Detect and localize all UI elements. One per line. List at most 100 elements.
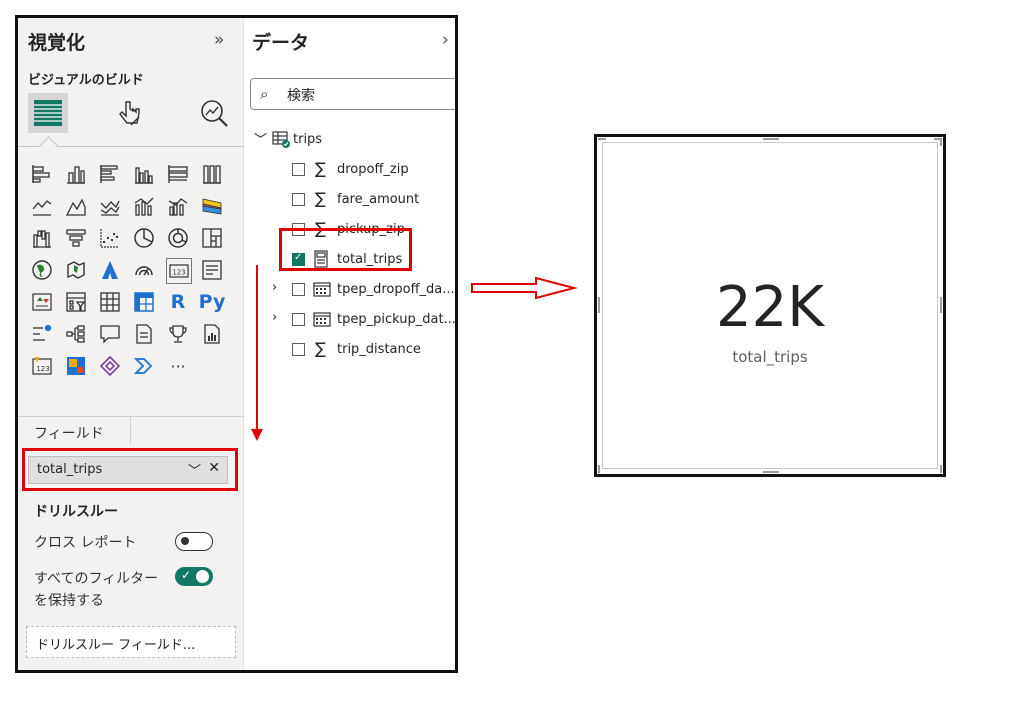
field-row-tpep-dropoff[interactable]: › tpep_dropoff_da... [244, 278, 455, 302]
trophy-metrics-icon[interactable] [166, 322, 190, 346]
card-label: total_trips [732, 348, 808, 366]
resize-handle-corner[interactable] [940, 465, 942, 473]
data-collapse-button[interactable]: › [442, 30, 449, 50]
stacked-bar-chart-icon[interactable] [30, 162, 54, 186]
card-visual[interactable]: 22K total_trips [594, 134, 946, 477]
funnel-icon[interactable] [64, 226, 88, 250]
remove-field-icon[interactable]: ✕ [208, 460, 220, 476]
field-checkbox[interactable] [292, 283, 305, 296]
field-name: trip_distance [337, 342, 421, 357]
fields-tab-divider [130, 416, 131, 444]
resize-handle-corner[interactable] [598, 138, 606, 140]
data-pane-title: データ [252, 32, 310, 54]
field-name: tpep_dropoff_da... [337, 282, 455, 297]
matrix-icon[interactable] [132, 290, 156, 314]
chevron-right-icon[interactable]: › [272, 310, 277, 325]
python-visual-icon[interactable]: Py [198, 290, 226, 314]
slicer-icon[interactable] [64, 290, 88, 314]
total-trips-highlight [279, 228, 412, 271]
red-down-arrow-icon [251, 265, 263, 441]
field-well-value: total_trips [37, 462, 103, 477]
100-stacked-bar-chart-icon[interactable] [166, 162, 190, 186]
keep-filters-label-line1: すべてのフィルター [34, 571, 159, 587]
power-apps-visual-icon[interactable] [98, 354, 122, 378]
field-row-fare-amount[interactable]: ∑ fare_amount [244, 188, 455, 212]
scatter-chart-icon[interactable] [98, 226, 122, 250]
waterfall-chart-icon[interactable] [30, 226, 54, 250]
field-name: dropoff_zip [337, 162, 409, 177]
fields-tab-label[interactable]: フィールド [34, 423, 104, 443]
more-visuals-icon[interactable]: ··· [166, 354, 190, 378]
ribbon-chart-icon[interactable] [200, 194, 224, 218]
power-bi-panes: 視覚化 » ビジュアルのビルド 123 R Py 123 ··· フィールド t… [15, 15, 458, 673]
viz-collapse-button[interactable]: » [214, 30, 224, 50]
clustered-column-chart-icon[interactable] [132, 162, 156, 186]
power-automate-icon[interactable] [132, 354, 156, 378]
gauge-icon[interactable] [132, 258, 156, 282]
search-input[interactable]: ⌕ 検索 [250, 78, 455, 110]
drillthrough-drop-zone[interactable]: ドリルスルー フィールド... [26, 626, 236, 658]
kpi-icon[interactable] [30, 290, 54, 314]
field-name: tpep_pickup_dat... [337, 312, 455, 327]
python-visual-label: Py [198, 291, 226, 313]
qa-visual-icon[interactable] [98, 322, 122, 346]
field-checkbox[interactable] [292, 163, 305, 176]
cross-report-toggle[interactable] [175, 532, 213, 551]
resize-handle-bottom[interactable] [763, 471, 779, 473]
chevron-down-icon[interactable]: ﹀ [188, 460, 201, 479]
stacked-column-chart-icon[interactable] [64, 162, 88, 186]
toggle-knob [196, 570, 209, 583]
clustered-bar-chart-icon[interactable] [98, 162, 122, 186]
line-and-clustered-column-chart-icon[interactable] [166, 194, 190, 218]
area-chart-icon[interactable] [64, 194, 88, 218]
analytics-tab-icon[interactable] [194, 93, 234, 133]
format-visual-tab-icon[interactable] [110, 93, 150, 133]
resize-handle-top[interactable] [763, 138, 779, 140]
pie-chart-icon[interactable] [132, 226, 156, 250]
donut-chart-icon[interactable] [166, 226, 190, 250]
multi-row-card-icon[interactable] [200, 258, 224, 282]
field-well[interactable]: total_trips ﹀ ✕ [28, 456, 228, 484]
azure-map-icon[interactable] [98, 258, 122, 282]
search-placeholder: 検索 [287, 88, 315, 104]
result-arrow-icon [471, 276, 578, 300]
treemap-icon[interactable] [200, 226, 224, 250]
arcgis-map-icon[interactable] [64, 354, 88, 378]
chevron-down-icon[interactable]: ﹀ [254, 129, 267, 148]
decomposition-tree-icon[interactable] [64, 322, 88, 346]
card-visual-icon[interactable]: 123 [166, 258, 192, 284]
build-visual-tab-icon[interactable] [28, 93, 68, 133]
line-and-stacked-column-chart-icon[interactable] [132, 194, 156, 218]
r-script-visual-icon[interactable]: R [166, 290, 190, 314]
key-influencers-icon[interactable] [30, 322, 54, 346]
stacked-area-chart-icon[interactable] [98, 194, 122, 218]
field-checkbox[interactable] [292, 343, 305, 356]
table-icon[interactable] [98, 290, 122, 314]
fields-divider [18, 416, 244, 417]
toggle-knob [181, 537, 189, 545]
calendar-icon [313, 311, 331, 331]
field-row-dropoff-zip[interactable]: ∑ dropoff_zip [244, 158, 455, 182]
100-stacked-column-chart-icon[interactable] [200, 162, 224, 186]
field-row-tpep-pickup[interactable]: › tpep_pickup_dat... [244, 308, 455, 332]
field-name: fare_amount [337, 192, 420, 207]
build-visual-label: ビジュアルのビルド [28, 73, 144, 88]
line-chart-icon[interactable] [30, 194, 54, 218]
chevron-right-icon[interactable]: › [272, 280, 277, 295]
field-checkbox[interactable] [292, 193, 305, 206]
filled-map-icon[interactable] [64, 258, 88, 282]
smart-narrative-icon[interactable] [132, 322, 156, 346]
field-row-trip-distance[interactable]: ∑ trip_distance [244, 338, 455, 362]
field-checkbox[interactable] [292, 313, 305, 326]
resize-handle-corner[interactable] [598, 465, 600, 473]
resize-handle-corner[interactable] [940, 138, 942, 146]
table-row[interactable]: ﹀ trips [244, 128, 455, 152]
check-icon: ✓ [181, 568, 192, 582]
r-visual-label: R [170, 291, 186, 313]
keep-filters-toggle[interactable]: ✓ [175, 567, 213, 586]
card-value: 22K [716, 275, 824, 340]
map-icon[interactable] [30, 258, 54, 282]
power-apps-icon[interactable]: 123 [30, 354, 54, 378]
paginated-report-icon[interactable] [200, 322, 224, 346]
more-visuals-glyph: ··· [170, 356, 186, 376]
